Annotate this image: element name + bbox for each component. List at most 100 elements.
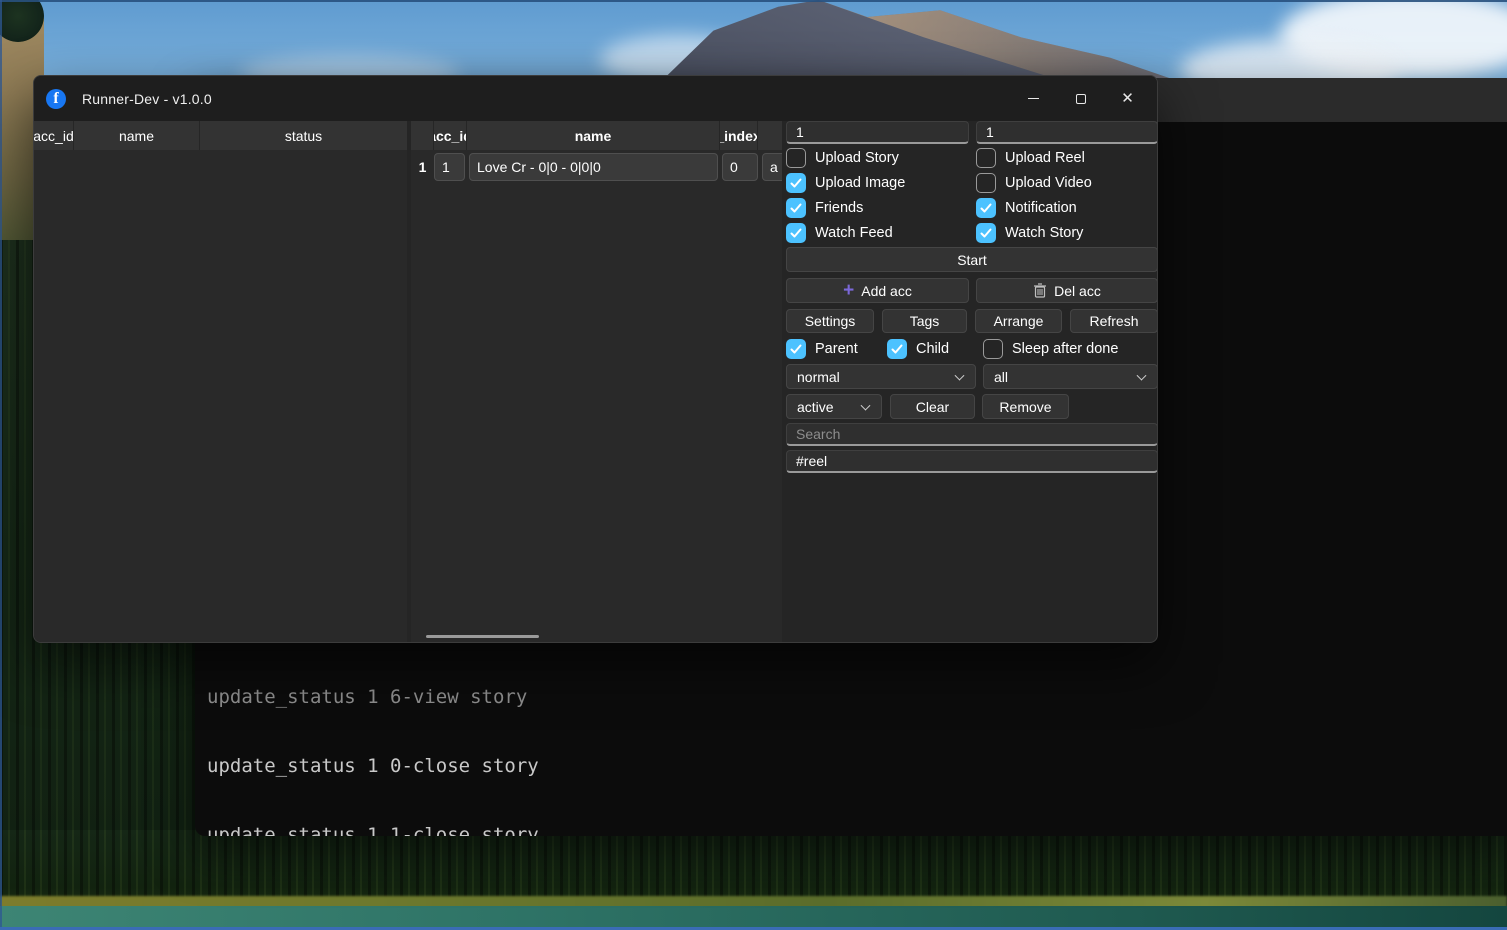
add-acc-label: Add acc <box>861 283 912 299</box>
screen-edge-left <box>0 0 2 930</box>
checkbox-parent[interactable]: Parent <box>786 339 858 359</box>
remove-button[interactable]: Remove <box>982 394 1069 419</box>
check-icon <box>980 202 992 214</box>
check-icon <box>790 202 802 214</box>
app-window: f Runner-Dev - v1.0.0 ✕ acc_id name stat… <box>33 75 1158 643</box>
add-acc-button[interactable]: + Add acc <box>786 278 969 303</box>
horizontal-scrollbar[interactable] <box>426 635 539 638</box>
cell-index[interactable]: 0 <box>722 153 758 181</box>
checkbox-sleep-after-done[interactable]: Sleep after done <box>983 339 1118 359</box>
checkbox-label: Parent <box>815 341 858 357</box>
checkbox-box <box>976 198 996 218</box>
column-header-partial[interactable] <box>758 121 782 150</box>
table-row[interactable]: 1 1 Love Cr - 0|0 - 0|0|0 0 a <box>411 150 782 184</box>
checkbox-box <box>976 148 996 168</box>
threads-input-1[interactable] <box>786 121 969 144</box>
settings-button[interactable]: Settings <box>786 309 874 333</box>
refresh-button[interactable]: Refresh <box>1070 309 1158 333</box>
chevron-down-icon <box>955 370 965 380</box>
checkbox-notification[interactable]: Notification <box>976 198 1077 218</box>
checkbox-label: Watch Feed <box>815 225 893 241</box>
desktop: update_status 1 6-view story update_stat… <box>0 0 1507 930</box>
arrange-button[interactable]: Arrange <box>975 309 1062 333</box>
checkbox-box <box>786 198 806 218</box>
checkbox-label: Watch Story <box>1005 225 1083 241</box>
state-select-value: active <box>797 399 834 415</box>
plus-icon: + <box>843 281 854 300</box>
column-header-name[interactable]: name <box>467 121 720 150</box>
close-icon: ✕ <box>1121 91 1134 106</box>
checkbox-box <box>786 173 806 193</box>
cell-partial[interactable]: a <box>762 153 782 181</box>
checkbox-label: Sleep after done <box>1012 341 1118 357</box>
column-header-name[interactable]: name <box>74 121 200 150</box>
tasks-table-header: acc_id name _index <box>411 121 782 150</box>
checkbox-label: Child <box>916 341 949 357</box>
console-line: update_status 1 6-view story <box>207 686 596 709</box>
check-icon <box>790 177 802 189</box>
cell-acc-id[interactable]: 1 <box>434 153 465 181</box>
tag-input[interactable] <box>786 450 1158 473</box>
start-button[interactable]: Start <box>786 247 1158 272</box>
window-controls: ✕ <box>1010 76 1151 121</box>
checkbox-label: Upload Image <box>815 175 905 191</box>
tags-button[interactable]: Tags <box>882 309 967 333</box>
app-titlebar[interactable]: f Runner-Dev - v1.0.0 ✕ <box>34 76 1157 121</box>
console-line: update_status 1 1-close story <box>207 824 596 836</box>
trash-icon <box>1033 283 1047 298</box>
checkbox-label: Upload Story <box>815 150 899 166</box>
checkbox-upload-image[interactable]: Upload Image <box>786 173 905 193</box>
check-icon <box>891 343 903 355</box>
checkbox-friends[interactable]: Friends <box>786 198 863 218</box>
checkbox-label: Friends <box>815 200 863 216</box>
search-input[interactable] <box>786 423 1158 446</box>
close-button[interactable]: ✕ <box>1104 76 1151 121</box>
console-line: update_status 1 0-close story <box>207 755 596 778</box>
checkbox-box <box>976 223 996 243</box>
checkbox-box <box>786 339 806 359</box>
console-log: update_status 1 6-view story update_stat… <box>207 640 596 836</box>
cell-name[interactable]: Love Cr - 0|0 - 0|0|0 <box>469 153 718 181</box>
filter-select[interactable]: all <box>983 364 1158 389</box>
accounts-table: acc_id name status <box>34 121 407 642</box>
checkbox-label: Notification <box>1005 200 1077 216</box>
minimize-button[interactable] <box>1010 76 1057 121</box>
tasks-table: acc_id name _index 1 1 Love Cr - 0|0 - 0… <box>411 121 782 642</box>
column-header-status[interactable]: status <box>200 121 407 150</box>
filter-select-value: all <box>994 369 1008 385</box>
checkbox-box <box>887 339 907 359</box>
column-header-acc-id[interactable]: acc_id <box>34 121 74 150</box>
checkbox-upload-story[interactable]: Upload Story <box>786 148 899 168</box>
checkbox-watch-story[interactable]: Watch Story <box>976 223 1083 243</box>
window-title: Runner-Dev - v1.0.0 <box>82 91 212 107</box>
checkbox-box <box>786 223 806 243</box>
checkbox-box <box>976 173 996 193</box>
checkbox-label: Upload Video <box>1005 175 1092 191</box>
checkbox-label: Upload Reel <box>1005 150 1085 166</box>
mode-select[interactable]: normal <box>786 364 976 389</box>
row-number: 1 <box>411 159 434 175</box>
checkbox-box <box>983 339 1003 359</box>
checkbox-child[interactable]: Child <box>887 339 949 359</box>
del-acc-label: Del acc <box>1054 283 1101 299</box>
threads-input-2[interactable] <box>976 121 1158 144</box>
clear-button[interactable]: Clear <box>890 394 975 419</box>
chevron-down-icon <box>861 400 871 410</box>
check-icon <box>790 343 802 355</box>
mode-select-value: normal <box>797 369 840 385</box>
column-header-index[interactable]: _index <box>720 121 758 150</box>
checkbox-watch-feed[interactable]: Watch Feed <box>786 223 893 243</box>
checkbox-box <box>786 148 806 168</box>
check-icon <box>980 227 992 239</box>
state-select[interactable]: active <box>786 394 882 419</box>
maximize-icon <box>1076 94 1086 104</box>
checkbox-upload-video[interactable]: Upload Video <box>976 173 1092 193</box>
check-icon <box>790 227 802 239</box>
column-header-acc-id[interactable]: acc_id <box>434 121 467 150</box>
maximize-button[interactable] <box>1057 76 1104 121</box>
chevron-down-icon <box>1137 370 1147 380</box>
del-acc-button[interactable]: Del acc <box>976 278 1158 303</box>
checkbox-upload-reel[interactable]: Upload Reel <box>976 148 1085 168</box>
accounts-table-header: acc_id name status <box>34 121 407 150</box>
control-panel: Upload Story Upload Reel Upload Image Up… <box>786 121 1158 642</box>
